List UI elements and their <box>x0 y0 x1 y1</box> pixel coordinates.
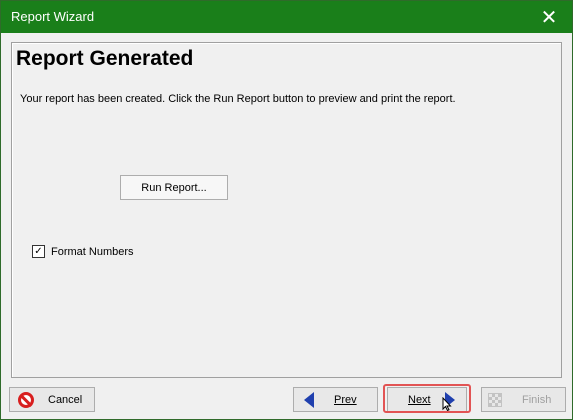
next-label: Next <box>408 393 431 406</box>
cancel-label: Cancel <box>48 393 83 406</box>
format-numbers-option[interactable]: ✓ Format Numbers <box>32 245 134 258</box>
format-numbers-label: Format Numbers <box>51 245 134 258</box>
cancel-icon <box>18 391 34 408</box>
close-button[interactable]: ✕ <box>526 1 572 33</box>
format-numbers-checkbox[interactable]: ✓ <box>32 245 45 258</box>
cancel-button[interactable]: Cancel <box>9 387 95 412</box>
wizard-panel: Report Generated Your report has been cr… <box>11 42 562 378</box>
next-button[interactable]: Next <box>387 387 467 412</box>
prev-button[interactable]: Prev <box>293 387 378 412</box>
finish-label: Finish <box>522 393 552 406</box>
page-heading: Report Generated <box>16 47 194 70</box>
report-wizard-window: Report Wizard ✕ Report Generated Your re… <box>0 0 573 420</box>
checkmark-icon: ✓ <box>34 245 43 257</box>
arrow-left-icon <box>304 391 314 408</box>
prev-label: Prev <box>334 393 357 406</box>
arrow-right-icon <box>444 391 455 408</box>
checkered-flag-icon <box>488 392 502 407</box>
title-bar: Report Wizard ✕ <box>1 1 572 33</box>
description-text: Your report has been created. Click the … <box>20 93 456 105</box>
close-icon: ✕ <box>540 6 558 29</box>
run-report-button[interactable]: Run Report... <box>120 175 228 200</box>
finish-button[interactable]: Finish <box>481 387 566 412</box>
window-title: Report Wizard <box>11 9 95 24</box>
